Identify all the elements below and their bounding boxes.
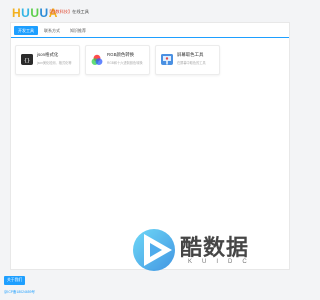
tool-card-color-picker[interactable]: 屏幕取色工具 在屏幕中取色的工具	[155, 45, 220, 75]
tool-desc: json美化检测、格式化等	[37, 61, 72, 65]
tool-card-json[interactable]: {} json格式化 json美化检测、格式化等	[15, 45, 80, 75]
icp-link[interactable]: 京ICP备18024659号	[4, 289, 35, 294]
site-title: 【酷数科技】在线工具	[47, 9, 89, 15]
header: HUUUA 【酷数科技】在线工具	[0, 0, 300, 22]
watermark: 酷数据 KUIDC	[130, 226, 280, 274]
tool-desc: 在屏幕中取色的工具	[177, 61, 206, 65]
watermark-subtext: KUIDC	[188, 259, 257, 265]
tab-knowledge[interactable]: 知识推荐	[66, 26, 90, 35]
tab-contact[interactable]: 联系方式	[40, 26, 64, 35]
tool-desc: RGB和十六进制颜色转换	[107, 61, 143, 65]
color-picker-icon	[161, 53, 173, 65]
logo-letter: H	[12, 6, 22, 20]
svg-text:{}: {}	[24, 58, 30, 64]
rgb-circles-icon	[91, 53, 103, 65]
tool-name: 屏幕取色工具	[177, 52, 204, 57]
watermark-text: 酷数据	[180, 236, 250, 261]
tab-bar: 开发工具 联系方式 知识推荐	[11, 23, 289, 37]
logo-letter: U	[30, 6, 40, 20]
site-title-text: 在线工具	[72, 9, 89, 14]
tool-name: RGB颜色转换	[107, 52, 135, 57]
json-terminal-icon: {}	[21, 53, 33, 65]
play-logo-icon	[133, 229, 175, 271]
about-us-button[interactable]: 关于我们	[4, 276, 26, 285]
tab-underline	[11, 37, 289, 38]
tab-dev-tools[interactable]: 开发工具	[14, 25, 38, 35]
tool-card-rgb[interactable]: RGB颜色转换 RGB和十六进制颜色转换	[85, 45, 150, 75]
logo-letter: U	[21, 6, 31, 20]
site-tag: 【酷数科技】	[47, 9, 73, 14]
tool-name: json格式化	[37, 52, 59, 57]
